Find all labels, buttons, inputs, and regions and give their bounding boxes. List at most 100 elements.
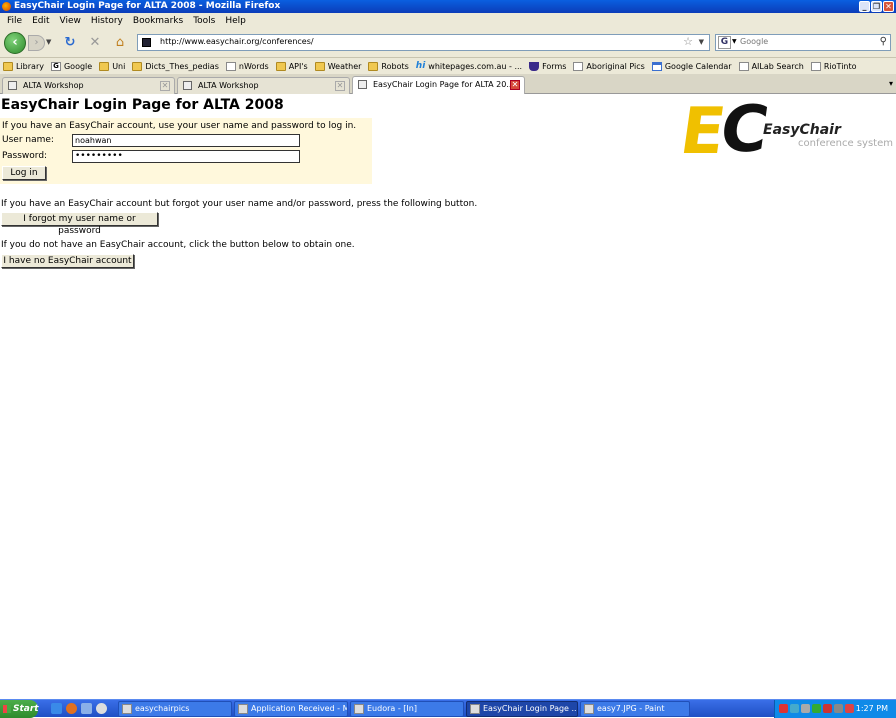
app-quicklaunch-icon[interactable] xyxy=(81,703,92,714)
menu-file[interactable]: File xyxy=(2,16,27,26)
start-label: Start xyxy=(13,704,39,714)
bookmark-library[interactable]: Library xyxy=(3,61,44,71)
page-title: EasyChair Login Page for ALTA 2008 xyxy=(1,97,284,113)
tray-icon-4[interactable] xyxy=(812,704,821,713)
bookmarks-toolbar: Library G Google Uni Dicts_Thes_pedias nW… xyxy=(0,58,896,74)
bookmark-label: Google xyxy=(63,61,93,71)
menu-bookmarks[interactable]: Bookmarks xyxy=(128,16,188,26)
tray-icon-1[interactable] xyxy=(779,704,788,713)
tray-icon-3[interactable] xyxy=(801,704,810,713)
google-icon: G xyxy=(50,61,61,71)
tab-easychair-login[interactable]: EasyChair Login Page for ALTA 20... ✕ xyxy=(352,76,525,94)
bookmark-label: Robots xyxy=(381,61,409,71)
windows-taskbar: Start easychairpics Application Received… xyxy=(0,699,896,718)
forward-button[interactable]: › xyxy=(28,35,45,51)
search-icon[interactable]: ⚲ xyxy=(880,36,887,47)
url-dropdown-icon[interactable]: ▼ xyxy=(699,38,704,46)
task-application-received[interactable]: Application Received - M... xyxy=(234,701,348,717)
tray-icon-5[interactable] xyxy=(823,704,832,713)
bookmark-dicts[interactable]: Dicts_Thes_pedias xyxy=(132,61,219,71)
firefox-quicklaunch-icon[interactable] xyxy=(66,703,77,714)
task-easychairpics[interactable]: easychairpics xyxy=(118,701,232,717)
bookmark-weather[interactable]: Weather xyxy=(314,61,361,71)
tab-favicon xyxy=(358,80,367,89)
bookmark-label: API's xyxy=(288,61,308,71)
home-icon[interactable]: ⌂ xyxy=(112,35,128,51)
tab-favicon xyxy=(183,81,192,90)
username-label: User name: xyxy=(2,135,54,145)
tray-icon-7[interactable] xyxy=(845,704,854,713)
bookmark-whitepages[interactable]: hi whitepages.com.au - ... xyxy=(415,60,522,71)
eudora-icon xyxy=(354,704,364,714)
forgot-password-button[interactable]: I forgot my user name or password xyxy=(1,212,158,236)
tab-bar: ALTA Workshop ✕ ALTA Workshop ✕ EasyChai… xyxy=(0,74,896,94)
tray-icon-2[interactable] xyxy=(790,704,799,713)
bookmark-google[interactable]: G Google xyxy=(50,61,93,71)
windows-logo-icon xyxy=(3,705,11,713)
task-easychair-firefox[interactable]: EasyChair Login Page ... xyxy=(466,701,578,717)
folder-icon xyxy=(122,704,132,714)
restore-button[interactable]: ❐ xyxy=(871,1,882,12)
ie-quicklaunch-icon[interactable] xyxy=(51,703,62,714)
menu-view[interactable]: View xyxy=(55,16,86,26)
bookmark-google-calendar[interactable]: Google Calendar xyxy=(651,61,732,71)
back-button[interactable]: ‹ xyxy=(4,32,26,54)
task-paint[interactable]: easy7.JPG - Paint xyxy=(580,701,690,717)
username-field[interactable]: noahwan xyxy=(72,134,300,147)
bookmark-riotinto[interactable]: RioTinto xyxy=(810,61,857,71)
page-icon xyxy=(810,61,821,71)
tray-icon-6[interactable] xyxy=(834,704,843,713)
password-field[interactable]: ••••••••• xyxy=(72,150,300,163)
bookmark-label: Dicts_Thes_pedias xyxy=(145,61,219,71)
bookmark-star-icon[interactable]: ☆ xyxy=(683,35,693,48)
bookmark-robots[interactable]: Robots xyxy=(368,61,409,71)
forgot-instructions: If you have an EasyChair account but for… xyxy=(1,199,478,209)
tab-close-icon[interactable]: ✕ xyxy=(335,81,345,91)
login-form: If you have an EasyChair account, use yo… xyxy=(0,118,372,184)
mail-icon xyxy=(238,704,248,714)
menu-history[interactable]: History xyxy=(86,16,128,26)
tab-label: ALTA Workshop xyxy=(198,81,259,90)
url-bar[interactable]: http://www.easychair.org/conferences/ ☆ … xyxy=(137,34,710,51)
reload-icon[interactable]: ↻ xyxy=(62,35,78,51)
media-quicklaunch-icon[interactable] xyxy=(96,703,107,714)
folder-icon xyxy=(3,61,13,71)
bookmark-label: Uni xyxy=(112,61,126,71)
tab-close-icon[interactable]: ✕ xyxy=(510,80,520,90)
search-box[interactable]: G ▼ Google ⚲ xyxy=(715,34,891,51)
page-icon xyxy=(225,61,236,71)
window-title-bar[interactable]: EasyChair Login Page for ALTA 2008 - Moz… xyxy=(0,0,896,13)
bookmark-nwords[interactable]: nWords xyxy=(225,61,269,71)
tab-list-dropdown-icon[interactable]: ▾ xyxy=(889,79,893,88)
url-text[interactable]: http://www.easychair.org/conferences/ xyxy=(160,37,314,46)
bookmark-ailab-search[interactable]: AILab Search xyxy=(738,61,804,71)
logo-name: EasyChair xyxy=(763,122,841,138)
firefox-icon xyxy=(2,2,11,11)
folder-icon xyxy=(314,61,325,71)
tab-alta-workshop-2[interactable]: ALTA Workshop ✕ xyxy=(177,77,350,94)
folder-icon xyxy=(132,61,143,71)
stop-icon[interactable]: ✕ xyxy=(87,35,103,51)
tab-close-icon[interactable]: ✕ xyxy=(160,81,170,91)
close-window-button[interactable]: ✕ xyxy=(883,1,894,12)
bookmark-forms[interactable]: Forms xyxy=(529,61,567,71)
task-eudora[interactable]: Eudora - [In] xyxy=(350,701,464,717)
menu-edit[interactable]: Edit xyxy=(27,16,54,26)
history-dropdown-icon[interactable]: ▼ xyxy=(46,38,51,46)
menu-tools[interactable]: Tools xyxy=(188,16,220,26)
bookmark-apis[interactable]: API's xyxy=(275,61,308,71)
google-engine-icon[interactable]: G xyxy=(718,36,731,49)
start-button[interactable]: Start xyxy=(0,700,39,718)
bookmark-aboriginal-pics[interactable]: Aboriginal Pics xyxy=(573,61,645,71)
no-account-button[interactable]: I have no EasyChair account xyxy=(1,254,134,268)
search-input[interactable]: Google xyxy=(740,37,768,46)
login-button[interactable]: Log in xyxy=(2,166,46,180)
hi-icon: hi xyxy=(415,60,426,71)
menu-help[interactable]: Help xyxy=(220,16,251,26)
bookmark-uni[interactable]: Uni xyxy=(99,61,126,71)
minimize-button[interactable]: _ xyxy=(859,1,870,12)
engine-dropdown-icon[interactable]: ▼ xyxy=(732,38,737,45)
tab-alta-workshop-1[interactable]: ALTA Workshop ✕ xyxy=(2,77,175,94)
page-icon xyxy=(573,61,584,71)
bookmark-label: Forms xyxy=(542,61,567,71)
